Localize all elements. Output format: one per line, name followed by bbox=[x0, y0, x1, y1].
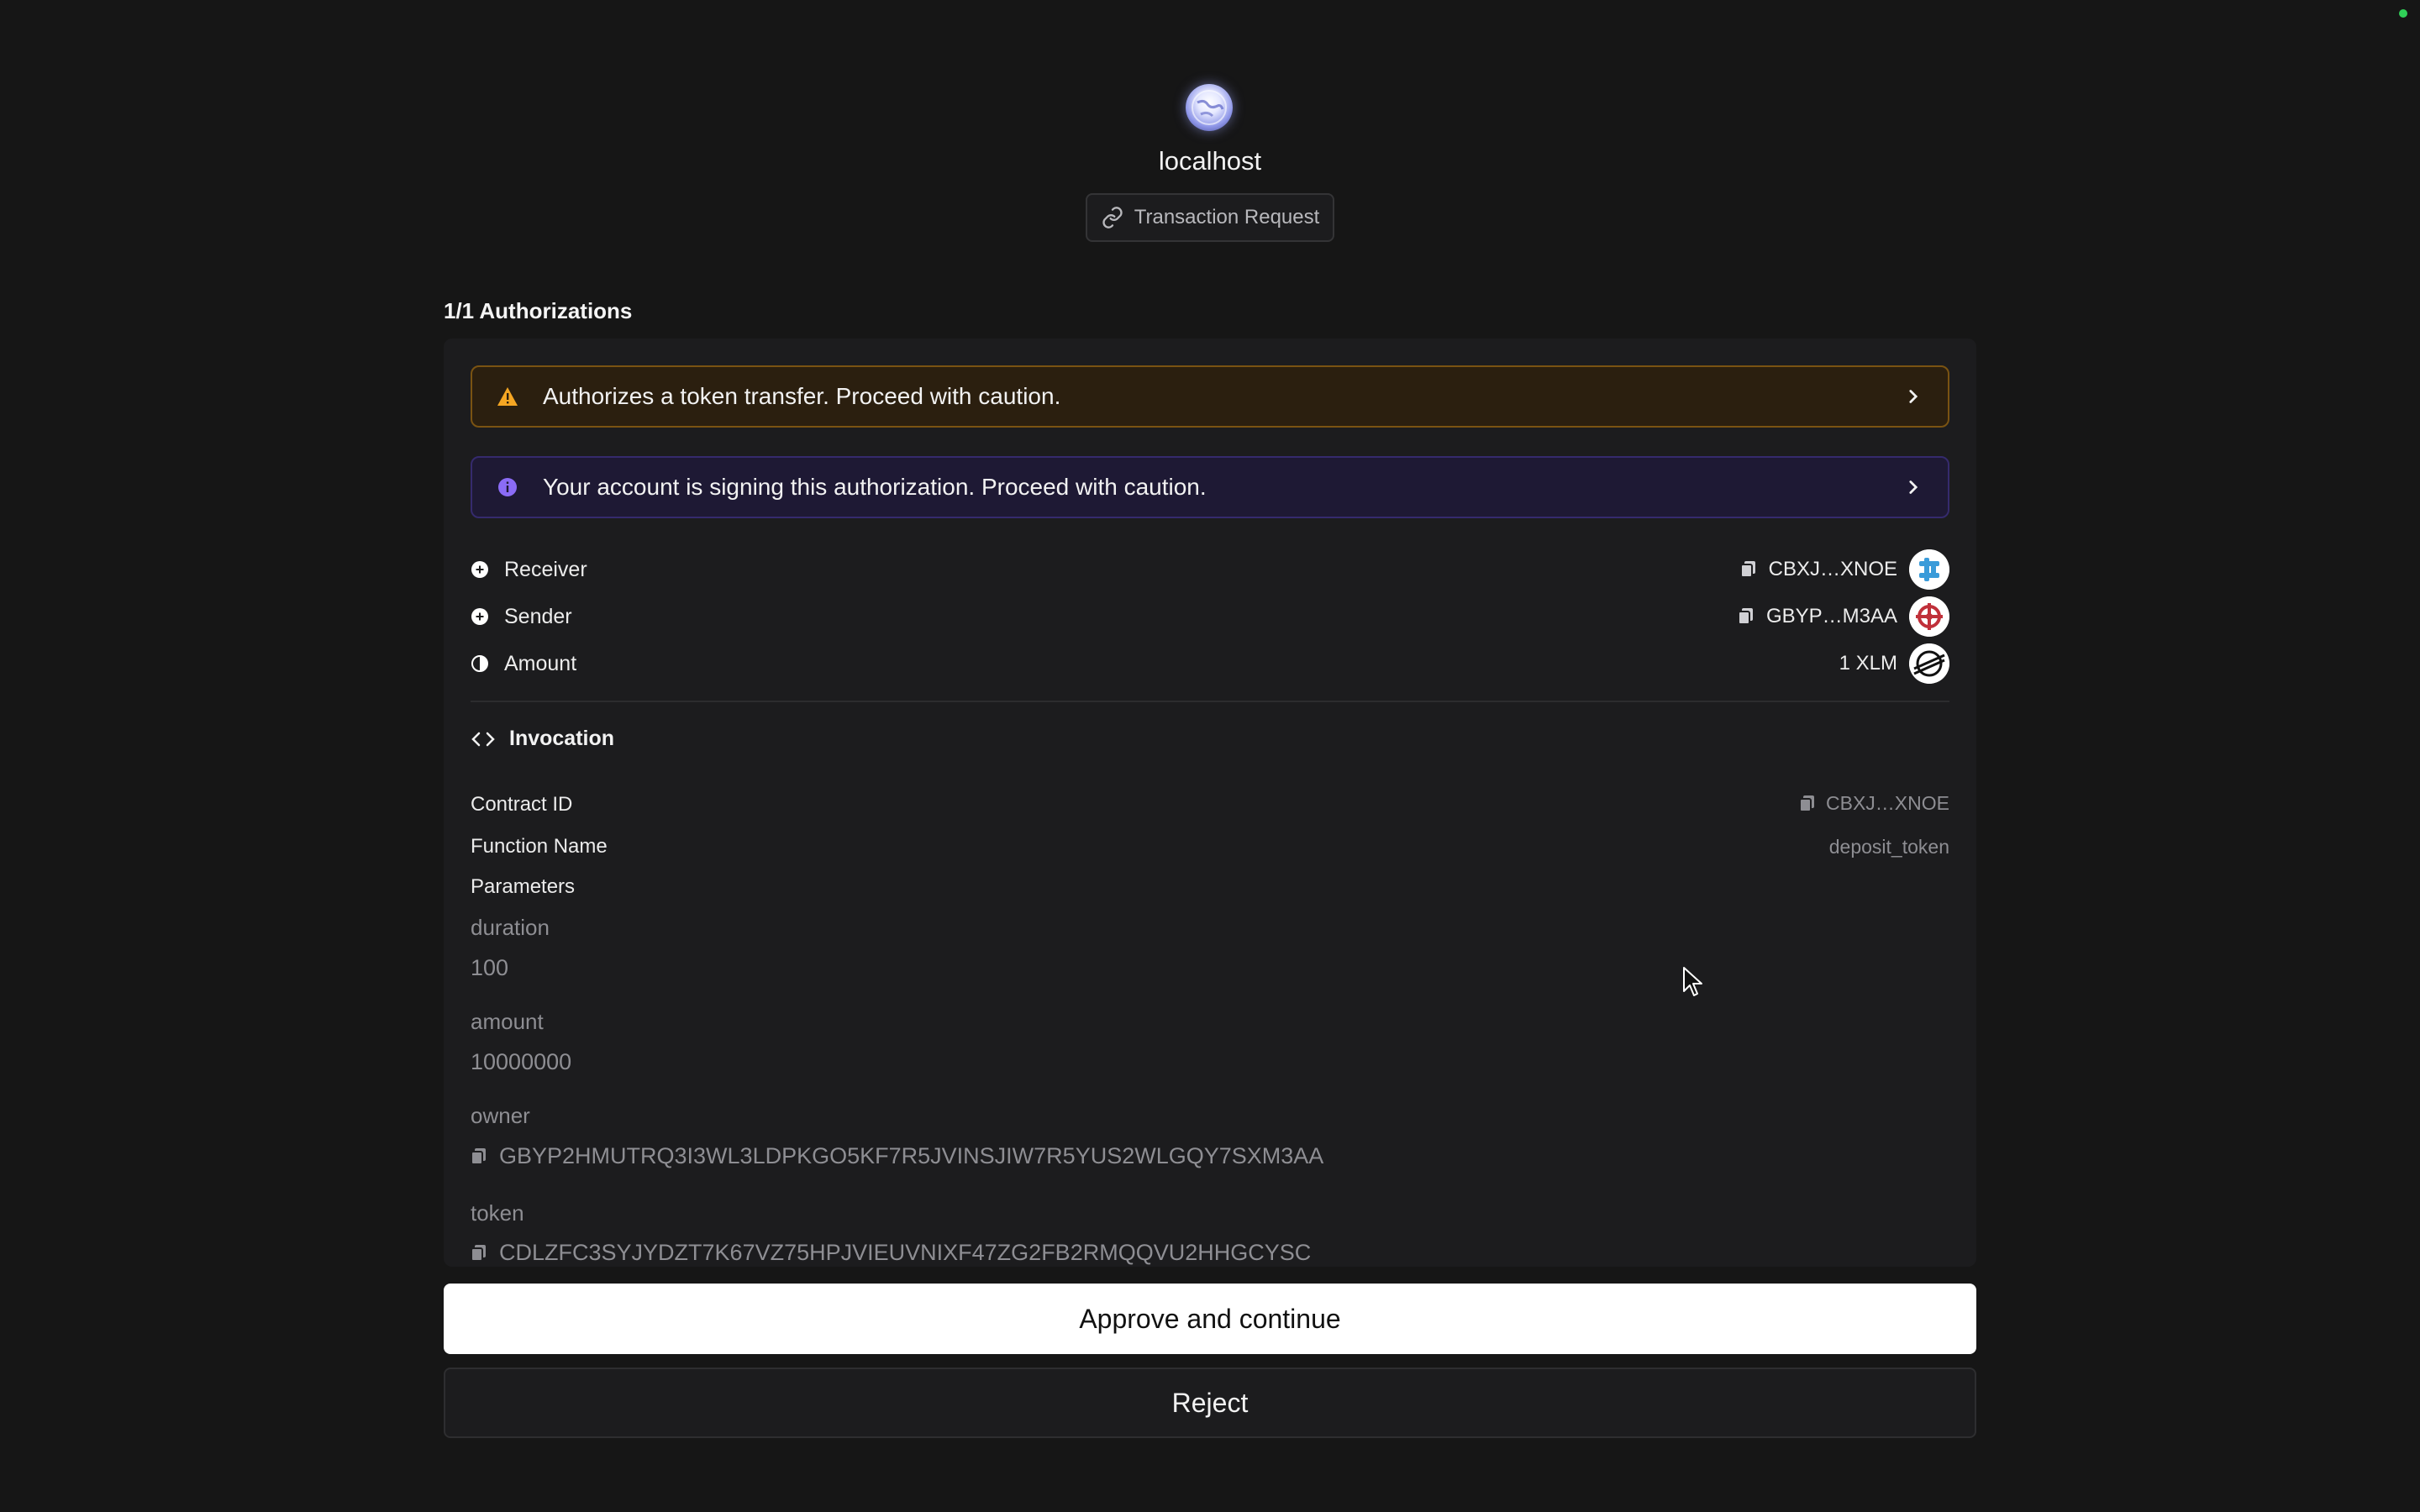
copy-icon[interactable] bbox=[471, 1244, 487, 1263]
code-icon bbox=[471, 732, 495, 746]
invocation-heading: Invocation bbox=[509, 727, 615, 750]
parameters-label: Parameters bbox=[471, 875, 576, 898]
warning-icon bbox=[496, 385, 519, 408]
sender-row: Sender GBYP…M3AA bbox=[471, 596, 1949, 638]
param-value: CDLZFC3SYJYDZT7K67VZ75HPJVIEUVNIXF47ZG2F… bbox=[471, 1240, 1311, 1266]
param-value: GBYP2HMUTRQ3I3WL3LDPKGO5KF7R5JVINSJIW7R5… bbox=[471, 1143, 1323, 1169]
chevron-right-icon bbox=[1909, 390, 1918, 403]
contract-id-label: Contract ID bbox=[471, 793, 573, 816]
authorization-card: Authorizes a token transfer. Proceed wit… bbox=[444, 339, 1976, 1267]
transaction-request-label: Transaction Request bbox=[1134, 206, 1320, 228]
account-signing-info-banner[interactable]: Your account is signing this authorizati… bbox=[471, 456, 1949, 518]
receiver-address[interactable]: CBXJ…XNOE bbox=[1769, 558, 1897, 581]
amount-value: 1 XLM bbox=[1839, 652, 1897, 675]
contract-id-value[interactable]: CBXJ…XNOE bbox=[1826, 792, 1949, 815]
token-address[interactable]: CDLZFC3SYJYDZT7K67VZ75HPJVIEUVNIXF47ZG2F… bbox=[499, 1240, 1311, 1266]
mouse-cursor-icon bbox=[1683, 967, 1702, 996]
receiver-label: Receiver bbox=[504, 557, 587, 581]
param-name: amount bbox=[471, 1009, 544, 1034]
amount-label: Amount bbox=[504, 651, 577, 675]
stellar-logo-icon bbox=[1909, 643, 1949, 684]
section-divider bbox=[471, 701, 1949, 702]
sender-label: Sender bbox=[504, 604, 572, 628]
warning-text: Authorizes a token transfer. Proceed wit… bbox=[543, 383, 1061, 409]
authorizations-heading: 1/1 Authorizations bbox=[444, 298, 633, 323]
copy-icon[interactable] bbox=[471, 1147, 487, 1166]
param-value: 100 bbox=[471, 955, 508, 981]
copy-icon[interactable] bbox=[1739, 560, 1757, 579]
token-transfer-warning-banner[interactable]: Authorizes a token transfer. Proceed wit… bbox=[471, 365, 1949, 428]
sender-identicon-icon bbox=[1909, 596, 1949, 637]
param-name: duration bbox=[471, 915, 550, 940]
invocation-header: Invocation bbox=[471, 727, 614, 751]
info-text: Your account is signing this authorizati… bbox=[543, 474, 1207, 500]
copy-icon[interactable] bbox=[1737, 607, 1754, 626]
status-dot bbox=[2399, 9, 2407, 18]
amount-toggle-icon bbox=[471, 655, 488, 672]
receiver-identicon-icon bbox=[1909, 549, 1949, 590]
function-name-label: Function Name bbox=[471, 835, 608, 858]
param-name: token bbox=[471, 1200, 524, 1226]
info-icon bbox=[496, 475, 519, 499]
param-value-text: 10000000 bbox=[471, 1049, 572, 1074]
chevron-right-icon bbox=[1909, 480, 1918, 494]
transaction-request-chip: Transaction Request bbox=[1086, 193, 1334, 242]
link-icon bbox=[1102, 207, 1123, 228]
receiver-plus-icon bbox=[471, 561, 488, 578]
globe-icon bbox=[1186, 84, 1233, 131]
amount-row: Amount 1 XLM bbox=[471, 643, 1949, 685]
approve-button[interactable]: Approve and continue bbox=[444, 1284, 1976, 1354]
sender-minus-icon bbox=[471, 608, 488, 625]
param-value-text: 100 bbox=[471, 955, 509, 980]
receiver-row: Receiver CBXJ…XNOE bbox=[471, 549, 1949, 591]
sender-address[interactable]: GBYP…M3AA bbox=[1766, 605, 1897, 628]
copy-icon[interactable] bbox=[1799, 795, 1816, 813]
reject-button[interactable]: Reject bbox=[444, 1368, 1976, 1438]
param-name: owner bbox=[471, 1103, 530, 1128]
param-value: 10000000 bbox=[471, 1049, 571, 1075]
site-name: localhost bbox=[1158, 146, 1262, 176]
owner-address[interactable]: GBYP2HMUTRQ3I3WL3LDPKGO5KF7R5JVINSJIW7R5… bbox=[499, 1143, 1323, 1169]
function-name-value: deposit_token bbox=[1828, 836, 1949, 858]
